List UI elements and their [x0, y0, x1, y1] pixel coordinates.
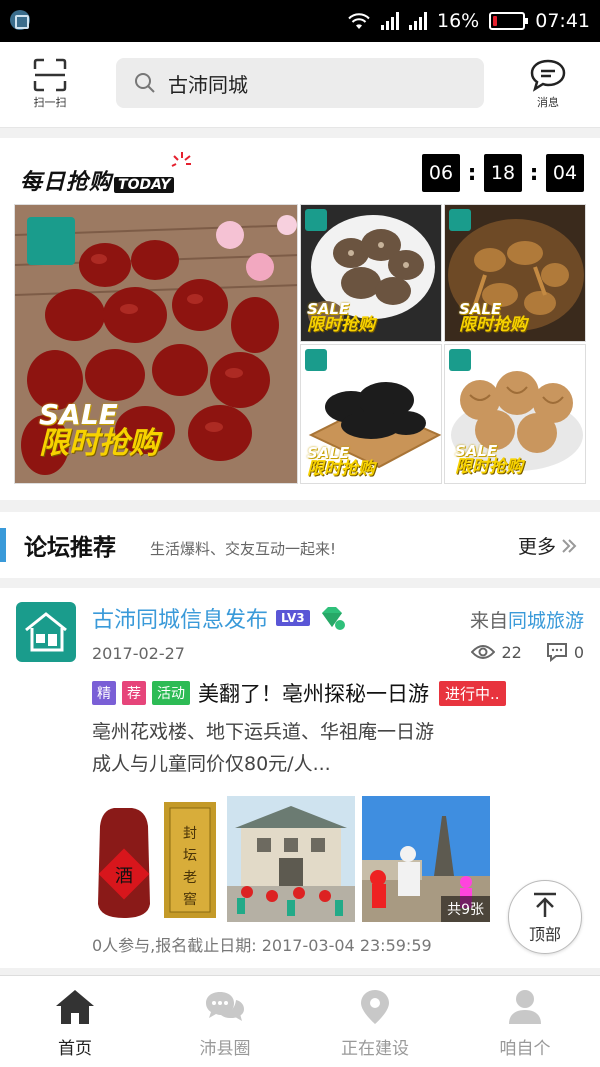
author-name[interactable]: 古沛同城信息发布: [92, 602, 268, 634]
battery-percent: 16%: [437, 10, 480, 32]
source-link[interactable]: 同城旅游: [508, 610, 584, 632]
search-icon: [135, 73, 155, 93]
tab-label: 咱自个: [499, 1039, 551, 1059]
sale-stamp: SALE 限时抢购: [455, 442, 523, 477]
countdown-timer: 06 : 18 : 04: [422, 154, 584, 192]
daily-deal-title-en: TODAY: [114, 177, 175, 193]
tag-featured: 精: [92, 681, 116, 705]
sale-stamp: SALE 限时抢购: [39, 398, 159, 461]
status-badge: 进行中..: [439, 680, 506, 706]
avatar[interactable]: [16, 602, 76, 662]
brand-logo: [27, 217, 75, 265]
wifi-icon: [348, 13, 370, 29]
notification-app-icon: [10, 10, 30, 30]
forum-subtitle: 生活爆料、交友互动一起来!: [150, 540, 337, 558]
comment-icon: [546, 643, 567, 662]
location-icon: [361, 990, 389, 1024]
post-date: 2017-02-27: [92, 644, 185, 663]
post-source: 来自同城旅游: [469, 610, 584, 632]
scan-label: 扫一扫: [33, 96, 67, 109]
daily-deal-title-cn: 每日抢购: [20, 170, 113, 195]
post-photo-2[interactable]: [227, 796, 355, 922]
countdown-minutes: 18: [484, 154, 522, 192]
post-author-row: 古沛同城信息发布 LV3: [92, 602, 346, 634]
message-button[interactable]: 消息: [520, 58, 576, 114]
brand-logo: [449, 209, 471, 231]
battery-level: [493, 16, 498, 26]
tab-label: 首页: [58, 1039, 92, 1059]
arrow-up-icon: [534, 892, 556, 917]
post-excerpt: 亳州花戏楼、地下运兵道、华祖庵一日游 成人与儿童同价仅80元/人...: [92, 721, 435, 775]
tab-label: 沛县圈: [199, 1039, 251, 1059]
chat-icon: [206, 992, 244, 1021]
post-topic-row: 精 荐 活动 美翻了！亳州探秘一日游 进行中..: [92, 678, 506, 708]
deal-tile-walnuts[interactable]: SALE 限时抢购: [444, 344, 586, 484]
message-icon: [530, 59, 566, 92]
brand-logo-icon: [25, 612, 67, 652]
forum-title: 论坛推荐: [24, 535, 116, 561]
signal-icon-1: [381, 12, 399, 30]
opera-tower-image: [227, 796, 355, 922]
search-bar[interactable]: 古沛同城: [116, 58, 484, 108]
post-photo-3[interactable]: 共9张: [362, 796, 490, 922]
countdown-hours: 06: [422, 154, 460, 192]
brand-logo: [305, 349, 327, 371]
bottom-tab-bar: 首页 沛县圈 正在建设 咱自个: [0, 975, 600, 1067]
sale-stamp: SALE 限时抢购: [307, 300, 375, 335]
view-count: 22: [501, 642, 522, 662]
deal-tile-dried-mushroom[interactable]: SALE 限时抢购: [444, 204, 586, 342]
search-text: 古沛同城: [168, 72, 248, 97]
eye-icon: [471, 645, 496, 659]
brand-logo: [449, 349, 471, 371]
back-to-top-button[interactable]: 顶部: [508, 880, 582, 954]
post-stats: 22 0: [471, 642, 584, 662]
forum-recommend-header: 论坛推荐 生活爆料、交友互动一起来! 更多: [0, 512, 600, 578]
deal-tile-shiitake[interactable]: SALE 限时抢购: [300, 204, 442, 342]
svg-text:窖: 窖: [183, 891, 197, 908]
more-button[interactable]: 更多: [518, 532, 578, 559]
svg-text:酒: 酒: [115, 866, 133, 887]
comment-count: 0: [573, 642, 584, 662]
brand-logo: [305, 209, 327, 231]
tab-profile[interactable]: 咱自个: [450, 976, 600, 1067]
sale-stamp: SALE 限时抢购: [459, 300, 527, 335]
status-bar: 16% 07:41: [0, 0, 600, 42]
back-to-top-label: 顶部: [528, 925, 561, 944]
home-icon: [56, 990, 94, 1024]
user-icon: [509, 990, 541, 1024]
section-accent-bar: [0, 528, 6, 562]
level-badge: LV3: [276, 610, 310, 626]
diamond-icon: [321, 607, 345, 630]
post-photo-1[interactable]: 酒 封 坛 老 窖: [92, 796, 220, 922]
daily-deal-section: 每日抢购 TODAY 06 : 18 : 04 SALE 限时抢购 SALE 限…: [0, 138, 600, 500]
countdown-seconds: 04: [546, 154, 584, 192]
svg-text:老: 老: [183, 870, 197, 886]
post-headline[interactable]: 美翻了！亳州探秘一日游: [198, 678, 429, 708]
scan-icon: [33, 58, 67, 92]
sparkle-icon: [172, 152, 192, 167]
post-footer-note: 0人参与,报名截止日期: 2017-03-04 23:59:59: [92, 936, 432, 955]
photo-count-badge: 共9张: [441, 896, 490, 922]
sale-stamp: SALE 限时抢购: [307, 444, 375, 479]
more-label: 更多: [517, 536, 556, 558]
tag-recommended: 荐: [122, 681, 146, 705]
app-header: 扫一扫 古沛同城 消息: [0, 42, 600, 128]
scan-button[interactable]: 扫一扫: [22, 58, 78, 114]
double-chevron-right-icon: [562, 538, 577, 553]
tab-under-construction[interactable]: 正在建设: [300, 976, 450, 1067]
deal-tile-black-fungus[interactable]: SALE 限时抢购: [300, 344, 442, 484]
svg-text:封: 封: [183, 826, 197, 842]
deal-tile-red-dates[interactable]: SALE 限时抢购: [14, 204, 298, 484]
liquor-image: 酒 封 坛 老 窖: [92, 796, 220, 922]
message-label: 消息: [537, 96, 559, 109]
tab-label: 正在建设: [341, 1039, 409, 1059]
daily-deal-title: 每日抢购 TODAY: [20, 152, 192, 196]
signal-icon-2: [409, 12, 427, 30]
tag-activity: 活动: [152, 681, 190, 705]
clock: 07:41: [535, 10, 590, 32]
tab-home[interactable]: 首页: [0, 976, 150, 1067]
tab-county-circle[interactable]: 沛县圈: [150, 976, 300, 1067]
battery-icon: [489, 12, 529, 30]
svg-text:坛: 坛: [183, 848, 197, 864]
